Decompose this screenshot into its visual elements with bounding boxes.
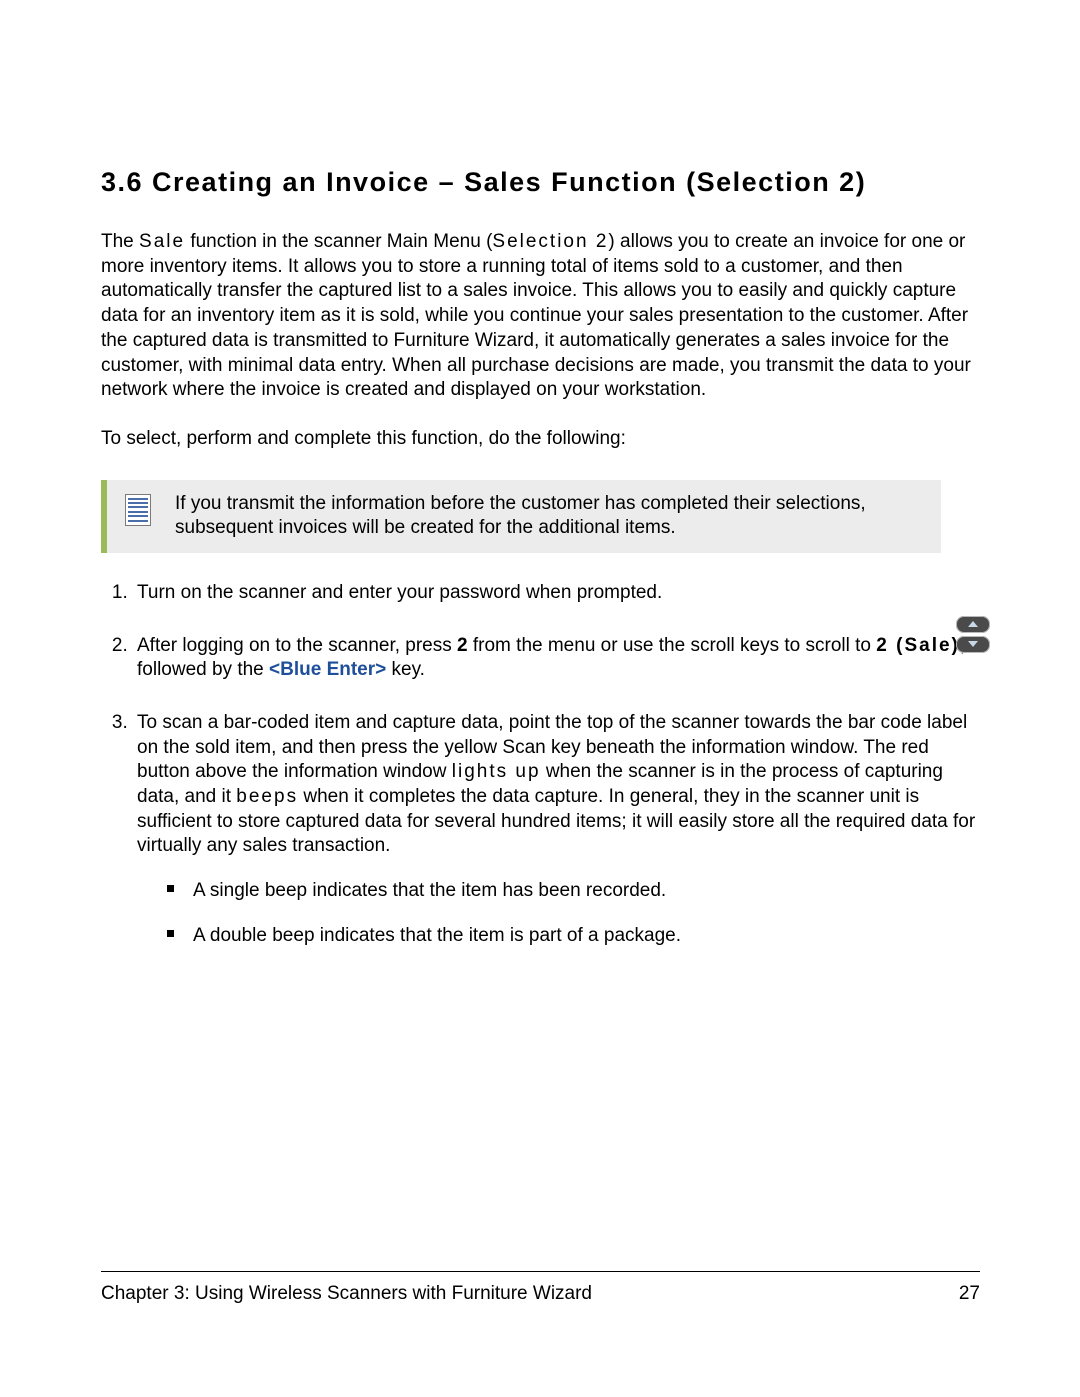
sale-keyword: Sale [139, 231, 185, 252]
step-1: Turn on the scanner and enter your passw… [133, 581, 980, 606]
beep-sublist: A single beep indicates that the item ha… [137, 879, 980, 948]
lights-up-keyword: lights up [452, 761, 541, 782]
section-heading: 3.6 Creating an Invoice – Sales Function… [101, 165, 980, 200]
intro-paragraph: The Sale function in the scanner Main Me… [101, 230, 980, 403]
sub-text: A single beep indicates that the item ha… [193, 880, 666, 901]
selection-keyword: Selection 2 [492, 231, 608, 252]
intro-text: ) allows you to create an invoice for on… [101, 231, 971, 400]
sub-item: A double beep indicates that the item is… [167, 924, 980, 949]
scroll-down-icon [956, 636, 990, 653]
step-text: key. [386, 659, 425, 680]
note-icon [125, 492, 161, 541]
scroll-up-icon [956, 616, 990, 633]
steps-list: Turn on the scanner and enter your passw… [101, 581, 980, 949]
menu-2-sale: 2 (Sale) [876, 635, 960, 656]
beeps-keyword: beeps [236, 786, 298, 807]
scroll-keys-icon [956, 616, 990, 656]
step-3: To scan a bar-coded item and capture dat… [133, 711, 980, 949]
key-2: 2 [457, 635, 468, 656]
intro-text: function in the scanner Main Menu ( [185, 231, 492, 252]
instruction-lead: To select, perform and complete this fun… [101, 427, 980, 452]
page-number: 27 [959, 1282, 980, 1307]
step-2: After logging on to the scanner, press 2… [133, 634, 980, 683]
sub-text: A double beep indicates that the item is… [193, 925, 681, 946]
footer-chapter: Chapter 3: Using Wireless Scanners with … [101, 1282, 592, 1307]
intro-text: The [101, 231, 139, 252]
note-text: If you transmit the information before t… [161, 492, 921, 541]
step-text: Turn on the scanner and enter your passw… [137, 582, 662, 603]
step-text: After logging on to the scanner, press [137, 635, 457, 656]
blue-enter-key: <Blue Enter> [269, 659, 386, 680]
sub-item: A single beep indicates that the item ha… [167, 879, 980, 904]
step-text: from the menu or use the scroll keys to … [468, 635, 877, 656]
page-footer: Chapter 3: Using Wireless Scanners with … [101, 1271, 980, 1307]
note-callout: If you transmit the information before t… [101, 480, 941, 553]
